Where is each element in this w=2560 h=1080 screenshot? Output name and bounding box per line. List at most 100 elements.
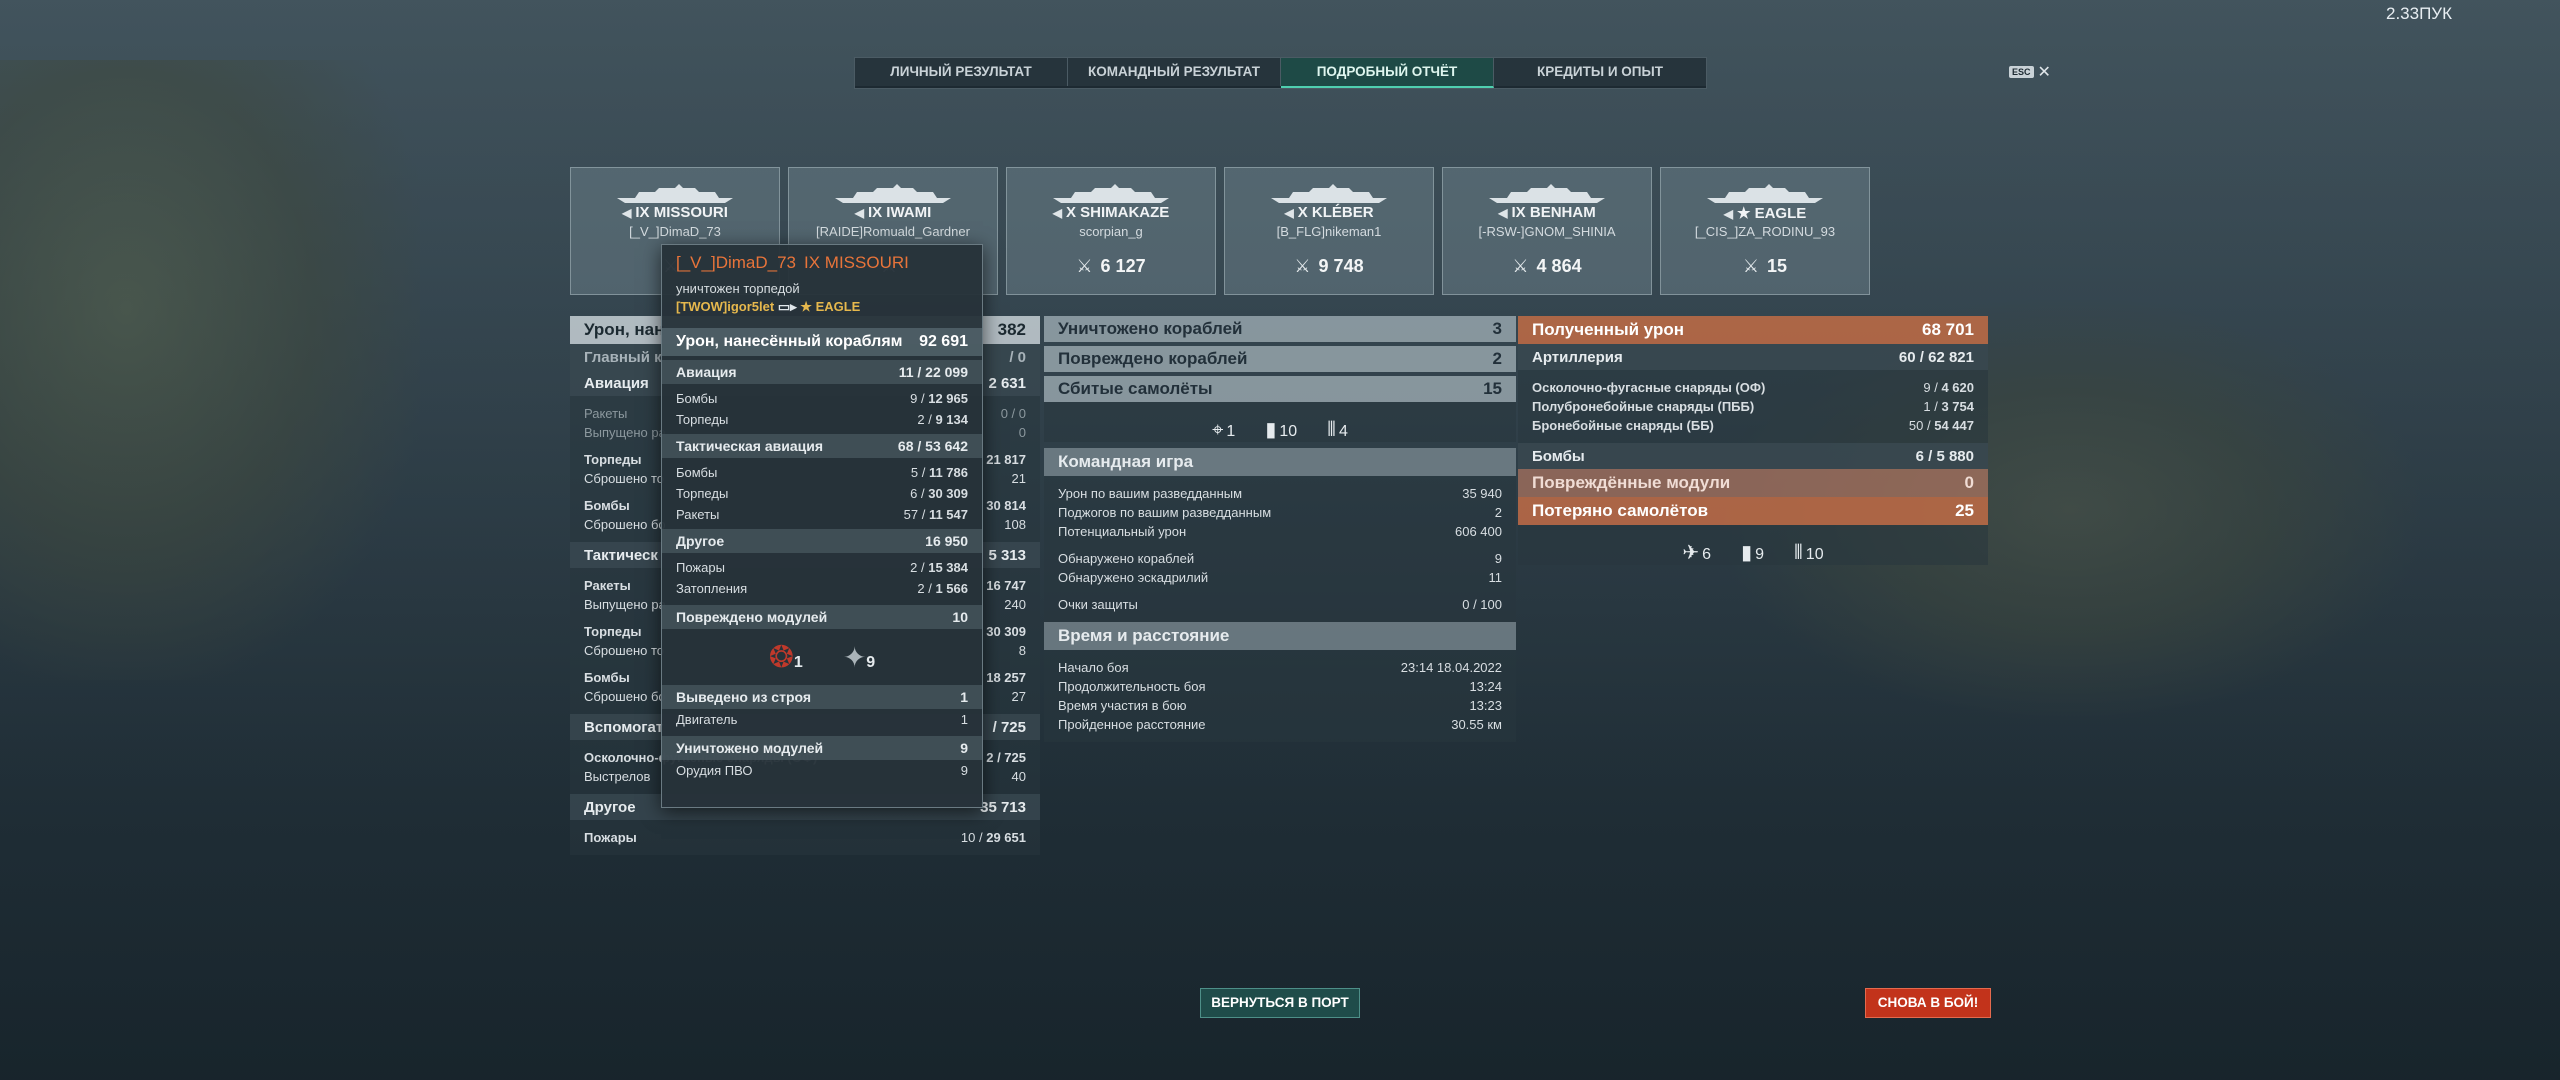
player-name: [-RSW-]GNOM_SHINIA [1478,224,1616,239]
ship-class-icon: ◀ [854,206,864,220]
received-panel: Полученный урон 68 701 Артиллерия 60 / 62 … [1518,316,1988,565]
tooltip-modules-row: Повреждено модулей 10 [662,605,982,629]
tooltip-bombs-row: Бомбы 9 / 12 965 [676,391,968,406]
tooltip-ttorps-row: Торпеды 6 / 30 309 [676,486,968,501]
ship-class-icon: ◀ [1498,206,1508,220]
recv-bombs-row: Бомбы 6 / 5 880 [1518,443,1988,469]
tooltip-other-row: Другое 16 950 [662,529,982,553]
aa-gun-icon: ✦ [842,641,867,673]
close-button[interactable]: ESC ✕ [2009,62,2051,82]
return-to-port-button[interactable]: ВЕРНУТЬСЯ В ПОРТ [1200,988,1360,1018]
player-name: [RAIDE]Romuald_Gardner [816,224,970,239]
card-stats: ⚔ 6 127 [1076,256,1146,276]
module-fire-group: ❂1 [768,640,803,674]
right-icons-line: ✈ 6 ▮ 9 ⦀ 10 [1518,525,1988,565]
ship-class-icon: ◀ [1052,206,1062,220]
torpedo-icon: ⦀ [1327,419,1336,441]
destroyer-icon: ▭▸ [777,299,797,314]
participation-row: Время участия в бою 13:23 [1044,696,1516,715]
ship-name: ◀ IX BENHAM [1498,204,1596,221]
bomb-icon-group: ▮ 9 [1741,542,1764,564]
ship-name: ◀ ★ EAGLE [1723,205,1807,222]
ship-card-4[interactable]: ◀ IX BENHAM [-RSW-]GNOM_SHINIA ⚔ 4 864 [1442,167,1652,295]
ship-name: ◀ IX MISSOURI [622,204,728,221]
card-stats: ⚔ 9 748 [1294,256,1364,276]
ship-name: ◀ IX IWAMI [854,204,932,221]
plane-lost-icon-group: ✈ 6 [1682,542,1712,564]
mid-icons-line: ⌖ 1 ▮ 10 ⦀ 4 [1044,402,1516,442]
card-stats: ⚔ 15 [1742,256,1788,276]
bomb-icon: ▮ [1741,542,1753,564]
battle-again-button[interactable]: СНОВА В БОЙ! [1865,988,1991,1018]
recv-ap-row: Бронебойные снаряды (ББ) 50 / 54 447 [1518,416,1988,435]
team-play-header: Командная игра [1044,448,1516,476]
tooltip-aviation-row: Авиация 11 / 22 099 [662,360,982,384]
ship-silhouette-icon [1707,184,1823,203]
torpedo-icon-group: ⦀ 10 [1793,542,1824,564]
esc-key-badge: ESC [2009,66,2034,78]
star-icon: ★ [800,299,812,314]
tab-team[interactable]: КОМАНДНЫЙ РЕЗУЛЬТАТ [1068,58,1281,86]
team-panel: Уничтожено кораблей 3 Повреждено кораблей… [1044,316,1516,742]
player-name: [B_FLG]nikeman1 [1276,224,1382,239]
tab-personal[interactable]: ЛИЧНЫЙ РЕЗУЛЬТАТ [855,58,1068,86]
module-aa-group: ✦9 [842,641,876,673]
tooltip-engine-row: Двигатель 1 [676,712,968,727]
squadrons-detected-row: Обнаружено эскадрилий 11 [1044,568,1516,587]
spot-damage-row: Урон по вашим разведданным 35 940 [1044,484,1516,503]
ship-silhouette-icon [1053,184,1169,203]
tooltip-tactical-row: Тактическая авиация 68 / 53 642 [662,434,982,458]
tooltip-trockets-row: Ракеты 57 / 11 547 [676,507,968,522]
tooltip-status: уничтожен торпедой [676,281,800,296]
tab-detailed[interactable]: ПОДРОБНЫЙ ОТЧЁТ [1281,58,1494,88]
tooltip-title: [_V_]DimaD_73 IX MISSOURI [676,253,909,272]
defense-points-row: Очки защиты 0 / 100 [1044,595,1516,614]
ship-class-icon: ◀ [1723,207,1733,221]
card-stats: ⚔ 4 864 [1512,256,1582,276]
ships-detected-row: Обнаружено кораблей 9 [1044,549,1516,568]
tooltip-aa-row: Орудия ПВО 9 [676,763,968,778]
potential-dmg-row: Потенциальный урон 606 400 [1044,522,1516,541]
close-icon: ✕ [2037,64,2051,81]
tooltip-dmg-header: Урон, нанесённый кораблям 92 691 [662,328,982,356]
ship-silhouette-icon [835,184,951,203]
ship-silhouette-icon [617,184,733,203]
planes-lost-row: Потеряно самолётов 25 [1518,497,1988,525]
damage-icon: ⚔ [1742,256,1760,276]
fires-row: Пожары 10 / 29 651 [570,828,1040,847]
ship-name: ◀ X SHIMAKAZE [1052,204,1170,221]
tab-bar: ЛИЧНЫЙ РЕЗУЛЬТАТ КОМАНДНЫЙ РЕЗУЛЬТАТ ПОД… [854,57,1707,89]
player-name: [_V_]DimaD_73 [629,224,721,239]
ship-silhouette-icon [1271,184,1387,203]
distance-row: Пройденное расстояние 30.55 км [1044,715,1516,734]
tab-credits[interactable]: КРЕДИТЫ И ОПЫТ [1494,58,1706,86]
tooltip-fires-row: Пожары 2 / 15 384 [676,560,968,575]
tooltip-destroyed-mods-row: Уничтожено модулей 9 [662,736,982,760]
torpedo-icon-group: ⦀ 4 [1327,419,1348,441]
planes-shot-row: Сбитые самолёты 15 [1044,376,1516,402]
damage-icon: ⚔ [1294,256,1311,276]
ship-class-icon: ◀ [622,206,632,220]
damage-icon: ⚔ [1076,256,1093,276]
crosshair-icon: ⌖ [1212,419,1224,441]
received-damage-header: Полученный урон 68 701 [1518,316,1988,344]
artillery-row: Артиллерия 60 / 62 821 [1518,344,1988,370]
recv-sap-row: Полубронебойные снаряды (ПББ) 1 / 3 754 [1518,397,1988,416]
ship-card-2[interactable]: ◀ X SHIMAKAZE scorpian_g ⚔ 6 127 [1006,167,1216,295]
tooltip-flood-row: Затопления 2 / 1 566 [676,581,968,596]
fire-module-icon: ❂ [768,640,794,674]
ship-card-3[interactable]: ◀ X KLÉBER [B_FLG]nikeman1 ⚔ 9 748 [1224,167,1434,295]
player-name: [_CIS_]ZA_RODINU_93 [1694,224,1836,239]
torpedo-icon: ⦀ [1793,542,1803,564]
tooltip-torps-row: Торпеды 2 / 9 134 [676,412,968,427]
player-name: scorpian_g [1079,224,1143,239]
damage-icon: ⚔ [1512,256,1529,276]
ships-damaged-row: Повреждено кораблей 2 [1044,346,1516,372]
shell-icon: ▮ [1265,419,1277,441]
battle-duration-row: Продолжительность боя 13:24 [1044,677,1516,696]
tooltip-incapacitated-row: Выведено из строя 1 [662,685,982,709]
plane-crossed-icon: ✈ [1682,542,1700,564]
recv-he-row: Осколочно-фугасные снаряды (ОФ) 9 / 4 620 [1518,378,1988,397]
ship-card-5[interactable]: ◀ ★ EAGLE [_CIS_]ZA_RODINU_93 ⚔ 15 [1660,167,1870,295]
tooltip-killer: [TWOW]igor5let ▭▸ ★ EAGLE [676,299,861,314]
